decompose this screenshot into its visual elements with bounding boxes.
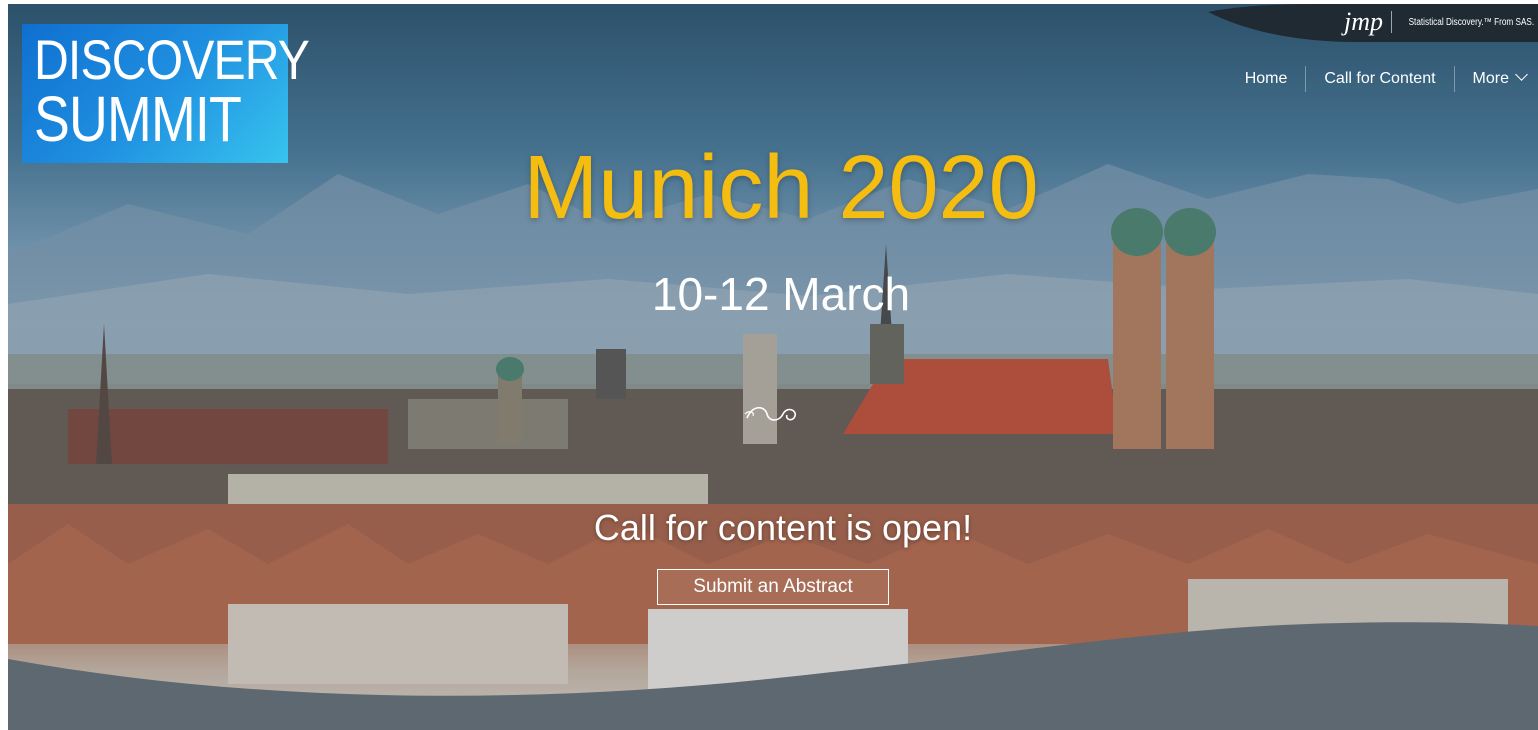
nav-item-call-for-content[interactable]: Call for Content [1324, 70, 1435, 88]
main-nav: Home Call for Content More [1245, 66, 1528, 92]
brand-tagline: Statistical Discovery.™ From SAS. [1408, 17, 1534, 28]
logo-line-1: DISCOVERY [34, 28, 310, 91]
discovery-summit-logo[interactable]: DISCOVERY SUMMIT [22, 24, 310, 163]
nav-item-home[interactable]: Home [1245, 70, 1288, 88]
nav-divider [1305, 66, 1307, 92]
chevron-down-icon [1515, 68, 1528, 81]
jmp-logo[interactable]: jmp [1344, 8, 1383, 36]
event-dates: 10-12 March [651, 268, 911, 320]
jmp-brand-bar: jmp Statistical Discovery.™ From SAS. [1208, 4, 1538, 42]
logo-line-2: SUMMIT [34, 83, 242, 155]
flourish-icon [744, 406, 797, 421]
nav-item-more-label: More [1472, 70, 1509, 87]
submit-abstract-button[interactable]: Submit an Abstract [657, 569, 889, 605]
nav-divider [1453, 66, 1455, 92]
event-title: Munich 2020 [523, 138, 1039, 238]
call-for-content-text: Call for content is open! [593, 507, 973, 548]
nav-item-more[interactable]: More [1472, 68, 1528, 88]
hero-banner: DISCOVERY SUMMIT jmp Statistical Discove… [8, 4, 1538, 730]
brand-divider [1391, 11, 1392, 33]
